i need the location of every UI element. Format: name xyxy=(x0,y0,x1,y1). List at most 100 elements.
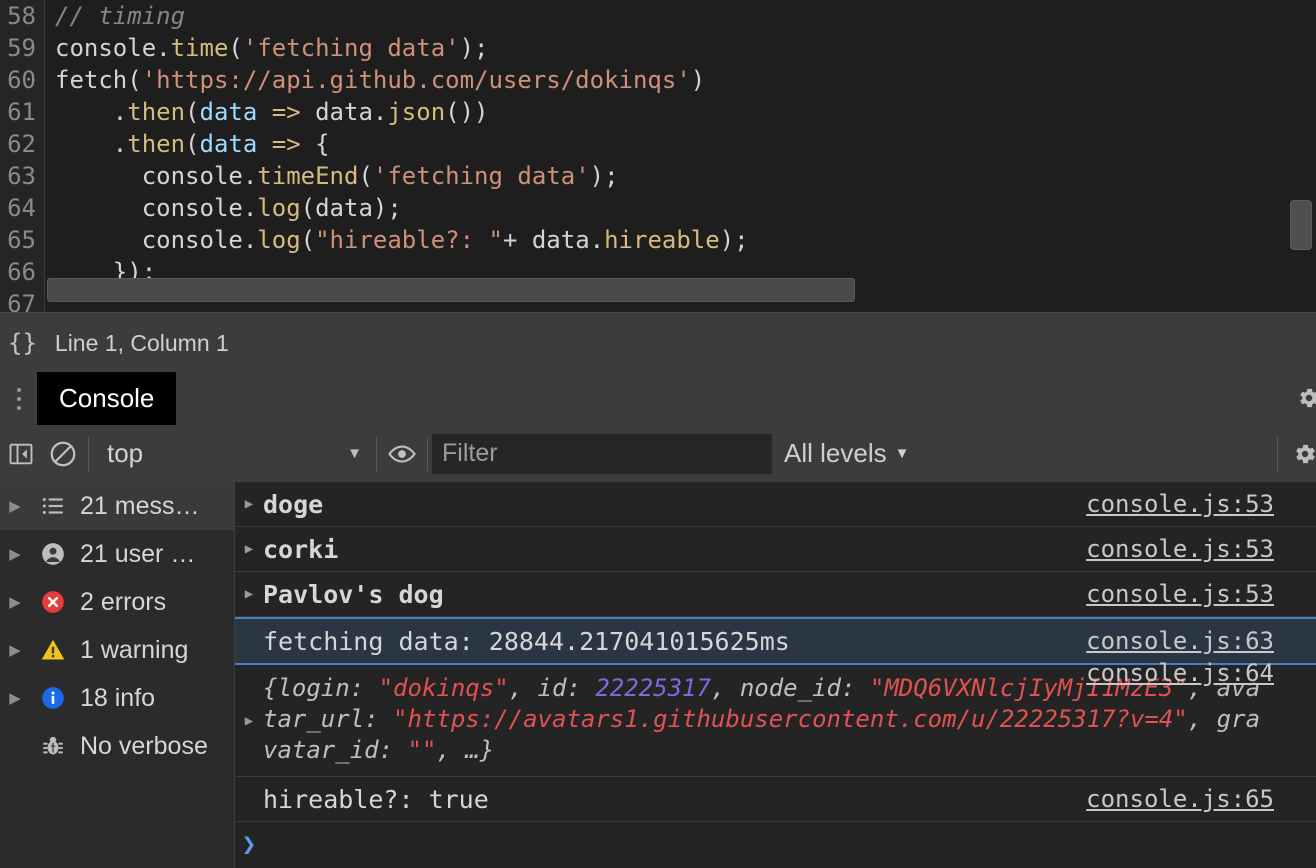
console-message-row[interactable]: ▶console.js:64{login: "dokinqs", id: 222… xyxy=(235,665,1316,777)
code-token: 'fetching data' xyxy=(243,34,460,62)
object-preview[interactable]: console.js:64{login: "dokinqs", id: 2222… xyxy=(263,665,1316,776)
code-token: data. xyxy=(301,98,388,126)
source-link[interactable]: console.js:63 xyxy=(1086,627,1316,655)
console-message-text: doge xyxy=(263,490,1086,519)
line-number: 64 xyxy=(0,192,44,224)
object-token: "" xyxy=(408,736,437,764)
execution-context-value: top xyxy=(107,438,143,469)
code-token: console. xyxy=(55,162,257,190)
source-link[interactable]: console.js:53 xyxy=(1086,490,1316,518)
code-token: then xyxy=(127,130,185,158)
chevron-down-icon: ▼ xyxy=(895,445,910,462)
sidebar-item-21-user[interactable]: ▶ 21 user … xyxy=(0,530,234,578)
disclosure-triangle-icon[interactable]: ▶ xyxy=(4,593,26,611)
log-level-value: All levels xyxy=(784,438,887,469)
console-message-row[interactable]: ▶hireable?: trueconsole.js:65 xyxy=(235,777,1316,822)
console-message-text: corki xyxy=(263,535,1086,564)
code-token: data xyxy=(200,130,258,158)
sidebar-item-2-errors[interactable]: ▶ 2 errors xyxy=(0,578,234,626)
code-line[interactable]: console.timeEnd('fetching data'); xyxy=(47,160,1316,192)
filter-input[interactable] xyxy=(432,434,772,474)
gear-icon[interactable] xyxy=(1296,385,1316,418)
disclosure-triangle-icon[interactable]: ▶ xyxy=(235,541,263,557)
sidebar-item-label: 21 mess… xyxy=(80,492,199,521)
sidebar-item-label: 2 errors xyxy=(80,588,166,617)
code-line[interactable]: // timing xyxy=(47,0,1316,32)
code-token: hireable xyxy=(604,226,720,254)
gear-icon[interactable] xyxy=(1284,425,1316,482)
live-expression-icon[interactable] xyxy=(381,425,423,482)
console-message-row[interactable]: ▶dogeconsole.js:53 xyxy=(235,482,1316,527)
code-line[interactable]: console.log(data); xyxy=(47,192,1316,224)
console-message-row[interactable]: ▶fetching data: 28844.217041015625mscons… xyxy=(235,617,1316,665)
disclosure-triangle-icon[interactable]: ▶ xyxy=(235,496,263,512)
console-message-text: Pavlov's dog xyxy=(263,580,1086,609)
code-token: time xyxy=(171,34,229,62)
code-token: timeEnd xyxy=(257,162,358,190)
code-content[interactable]: // timingconsole.time('fetching data');f… xyxy=(47,0,1316,312)
object-token: "https://avatars1.githubusercontent.com/… xyxy=(393,705,1188,733)
prompt-chevron-icon: ❯ xyxy=(235,830,263,858)
editor-vertical-scrollbar[interactable] xyxy=(1290,200,1312,250)
toolbar-divider xyxy=(376,437,377,471)
object-token: , …} xyxy=(436,736,494,764)
code-line[interactable]: console.log("hireable?: "+ data.hireable… xyxy=(47,224,1316,256)
source-link[interactable]: console.js:65 xyxy=(1086,785,1316,813)
code-token: => xyxy=(272,130,301,158)
source-link[interactable]: console.js:53 xyxy=(1086,580,1316,608)
code-token: ( xyxy=(185,98,199,126)
sidebar-item-18-info[interactable]: ▶18 info xyxy=(0,674,234,722)
disclosure-triangle-icon[interactable]: ▶ xyxy=(235,586,263,602)
code-token: // timing xyxy=(55,2,185,30)
disclosure-triangle-icon[interactable]: ▶ xyxy=(235,665,263,776)
source-link[interactable]: console.js:64 xyxy=(1086,659,1274,687)
line-number-gutter: 58596061626364656667 xyxy=(0,0,45,312)
disclosure-triangle-icon[interactable]: ▶ xyxy=(4,641,26,659)
bug-icon xyxy=(38,733,68,759)
execution-context-select[interactable]: top ▼ xyxy=(93,434,372,474)
code-token: then xyxy=(127,98,185,126)
line-number: 67 xyxy=(0,288,44,312)
code-token: "hireable?: " xyxy=(315,226,503,254)
console-message-row[interactable]: ▶corkiconsole.js:53 xyxy=(235,527,1316,572)
code-line[interactable]: .then(data => data.json()) xyxy=(47,96,1316,128)
code-line[interactable]: .then(data => { xyxy=(47,128,1316,160)
code-token: . xyxy=(55,130,127,158)
disclosure-triangle-icon[interactable]: ▶ xyxy=(4,545,26,563)
console-message-text: hireable?: true xyxy=(263,785,1086,814)
pretty-print-icon[interactable]: {} xyxy=(0,329,55,357)
code-token: fetch xyxy=(55,66,127,94)
cursor-position-label: Line 1, Column 1 xyxy=(55,330,229,357)
sidebar-item-label: 21 user … xyxy=(80,540,195,569)
warning-icon xyxy=(38,637,68,663)
sidebar-item-21-mess[interactable]: ▶ 21 mess… xyxy=(0,482,234,530)
code-line[interactable]: fetch('https://api.github.com/users/doki… xyxy=(47,64,1316,96)
sidebar-item-no-verbose[interactable]: ▶No verbose xyxy=(0,722,234,770)
console-message-list[interactable]: ▶dogeconsole.js:53▶corkiconsole.js:53▶Pa… xyxy=(235,482,1316,868)
user-icon xyxy=(38,541,68,567)
console-prompt[interactable]: ❯ xyxy=(235,822,1316,866)
tab-console[interactable]: Console xyxy=(37,372,176,425)
line-number: 63 xyxy=(0,160,44,192)
devtools-window: 58596061626364656667 // timingconsole.ti… xyxy=(0,0,1316,868)
disclosure-triangle-icon[interactable]: ▶ xyxy=(4,497,26,515)
code-token: ); xyxy=(720,226,749,254)
console-sidebar: ▶ 21 mess… ▶ 21 user … ▶ 2 errors ▶1 warning▶1… xyxy=(0,482,235,868)
code-token xyxy=(257,98,271,126)
code-token: 'https://api.github.com/users/dokinqs' xyxy=(142,66,691,94)
source-link[interactable]: console.js:53 xyxy=(1086,535,1316,563)
editor-horizontal-scrollbar[interactable] xyxy=(47,278,855,302)
code-line[interactable]: console.time('fetching data'); xyxy=(47,32,1316,64)
log-level-select[interactable]: All levels ▼ xyxy=(772,438,921,469)
editor-status-bar: {} Line 1, Column 1 xyxy=(0,312,1316,374)
console-message-row[interactable]: ▶Pavlov's dogconsole.js:53 xyxy=(235,572,1316,617)
clear-console-icon[interactable] xyxy=(42,425,84,482)
code-editor[interactable]: 58596061626364656667 // timingconsole.ti… xyxy=(0,0,1316,312)
kebab-menu-icon[interactable] xyxy=(0,372,37,425)
code-token: console. xyxy=(55,194,257,222)
disclosure-triangle-icon[interactable]: ▶ xyxy=(4,689,26,707)
sidebar-toggle-icon[interactable] xyxy=(0,425,42,482)
code-token: ()) xyxy=(445,98,488,126)
sidebar-item-1-warning[interactable]: ▶1 warning xyxy=(0,626,234,674)
line-number: 65 xyxy=(0,224,44,256)
